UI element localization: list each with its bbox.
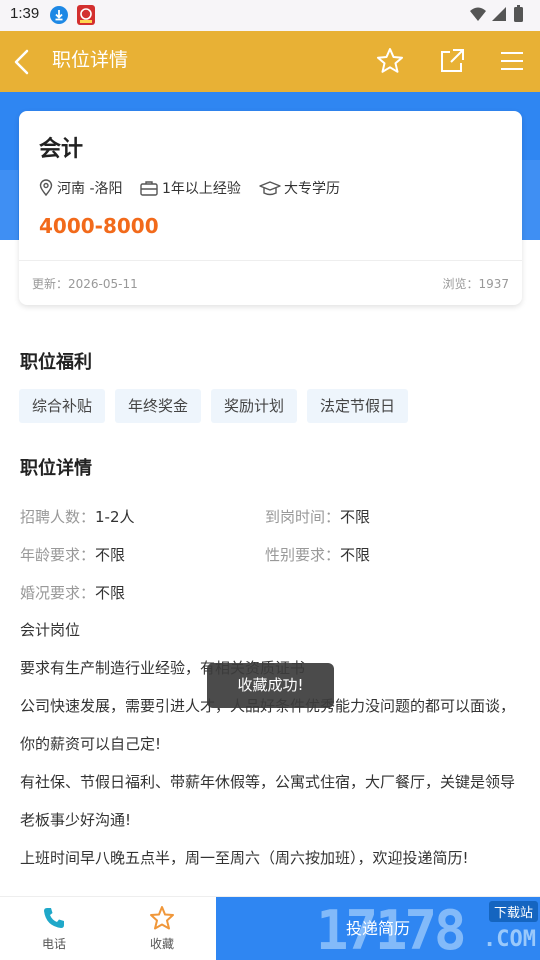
job-location: 河南 -洛阳 [38, 178, 123, 198]
job-education: 大专学历 [259, 178, 340, 198]
update-date: 更新：2026-05-11 [32, 277, 138, 291]
benefit-tag: 年终奖金 [115, 389, 202, 423]
system-status-icons [470, 5, 523, 22]
field-label: 到岗时间： [265, 508, 341, 526]
field-value: 不限 [340, 508, 371, 526]
benefit-tag: 法定节假日 [307, 389, 409, 423]
experience-text: 1年以上经验 [162, 181, 241, 197]
view-count: 浏览：1937 [442, 277, 509, 291]
details-section-title: 职位详情 [20, 458, 92, 479]
graduation-cap-icon [259, 181, 281, 196]
description-line: 老板事少好沟通! [20, 811, 132, 829]
star-favorite-icon[interactable] [374, 45, 406, 77]
field-value: 不限 [95, 546, 126, 564]
job-title: 会计 [39, 137, 84, 162]
detail-field-gender: 性别要求：不限 [265, 544, 370, 565]
detail-field-age: 年龄要求：不限 [20, 544, 125, 565]
description-line: 会计岗位 [20, 621, 81, 639]
phone-icon [44, 908, 64, 928]
field-value: 不限 [95, 584, 126, 602]
phone-button[interactable]: 电话 [0, 897, 108, 960]
field-value: 不限 [340, 546, 371, 564]
field-label: 年龄要求： [20, 546, 96, 564]
status-bar: 1:39 [0, 0, 540, 31]
education-text: 大专学历 [284, 181, 340, 197]
back-arrow-icon[interactable] [8, 45, 38, 79]
field-value: 1-2人 [95, 508, 135, 526]
detail-field-start-time: 到岗时间：不限 [265, 506, 370, 527]
detail-field-marital: 婚况要求：不限 [20, 582, 125, 603]
apply-label: 投递简历 [345, 919, 410, 938]
description-line: 上班时间早八晚五点半，周一至周六（周六按加班），欢迎投递简历! [20, 849, 469, 867]
card-divider [19, 260, 522, 261]
benefits-section-title: 职位福利 [20, 352, 92, 373]
field-label: 性别要求： [265, 546, 341, 564]
status-time: 1:39 [10, 5, 40, 22]
favorite-button[interactable]: 收藏 [108, 897, 216, 960]
location-text: 河南 -洛阳 [57, 181, 123, 197]
benefit-tag: 奖励计划 [211, 389, 298, 423]
app-notification-icon [77, 5, 95, 25]
field-label: 招聘人数： [20, 508, 96, 526]
phone-label: 电话 [41, 937, 66, 951]
description-line: 你的薪资可以自己定! [20, 735, 162, 753]
apply-resume-button[interactable]: 17178 下载站 .COM 投递简历 [216, 897, 540, 960]
description-line: 有社保、节假日福利、带薪年休假等，公寓式住宿，大厂餐厅，关键是领导 [20, 773, 516, 791]
share-icon[interactable] [436, 45, 468, 77]
salary: 4000-8000 [39, 214, 159, 238]
briefcase-icon [140, 181, 158, 196]
job-experience: 1年以上经验 [139, 178, 241, 198]
building-decoration [0, 170, 18, 240]
app-bar: 职位详情 [0, 31, 540, 92]
detail-field-headcount: 招聘人数：1-2人 [20, 506, 135, 527]
favorite-label: 收藏 [149, 937, 174, 951]
bottom-action-bar: 电话 收藏 17178 下载站 .COM 投递简历 [0, 896, 540, 960]
location-pin-icon [39, 179, 53, 197]
download-notification-icon [50, 6, 68, 24]
star-icon [150, 906, 174, 930]
job-summary-card: 会计 河南 -洛阳 1年以上经验 大专学历 4000-8000 更新：2026-… [19, 111, 522, 305]
toast-message: 收藏成功! [207, 663, 334, 708]
field-label: 婚况要求： [20, 584, 96, 602]
menu-icon[interactable] [496, 45, 528, 77]
building-decoration [520, 160, 540, 240]
benefit-tag: 综合补贴 [19, 389, 106, 423]
page-title: 职位详情 [52, 50, 129, 71]
